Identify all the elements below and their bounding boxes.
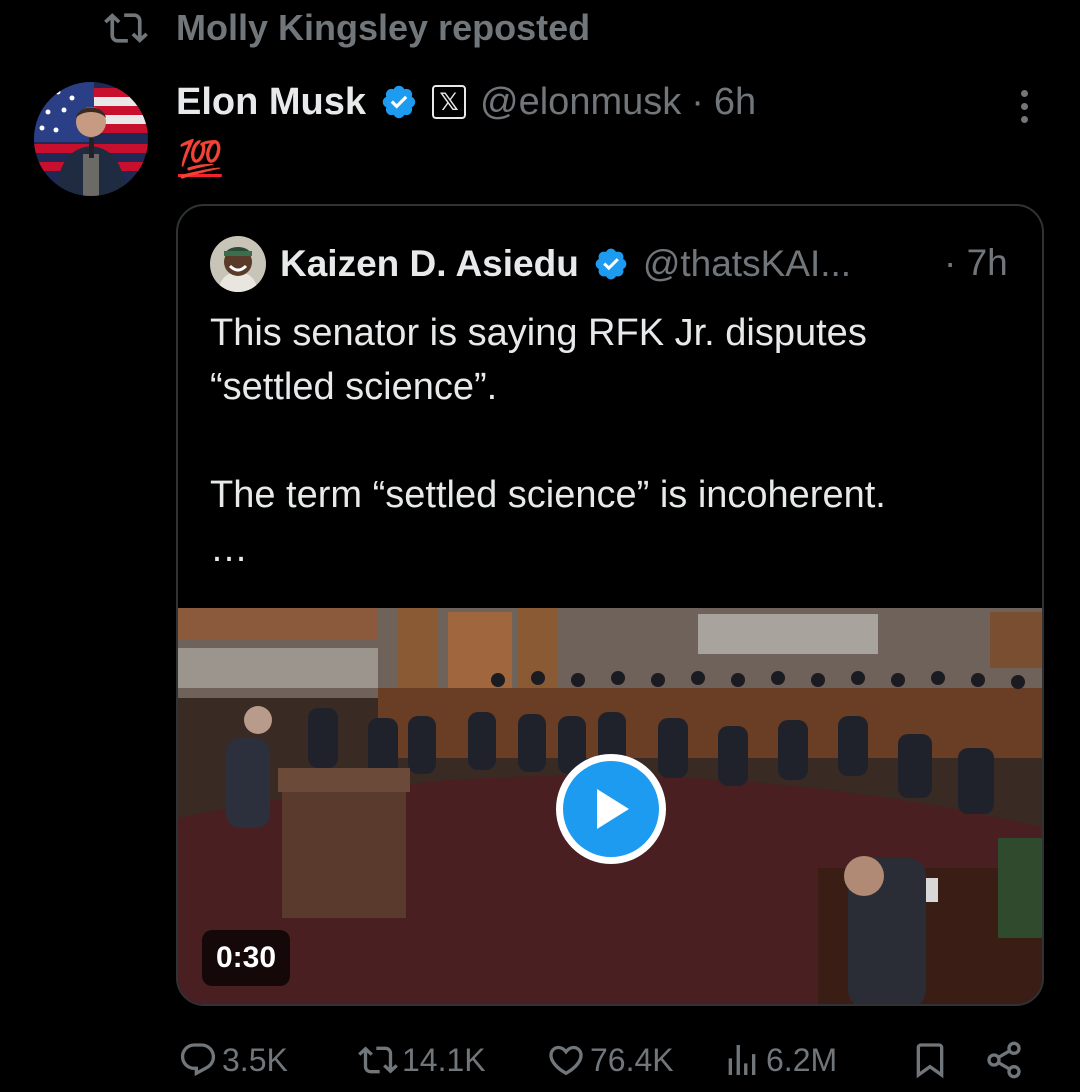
repost-button[interactable]: 14.1K — [358, 1038, 486, 1082]
share-icon — [987, 1041, 1021, 1079]
play-icon — [597, 789, 629, 829]
quote-author-name[interactable]: Kaizen D. Asiedu — [280, 243, 579, 285]
reply-count: 3.5K — [222, 1041, 288, 1078]
quote-author-handle[interactable]: @thatsKAI... — [643, 243, 851, 285]
bookmark-button[interactable] — [910, 1038, 954, 1082]
x-affiliation-badge-icon[interactable]: 𝕏 — [432, 85, 467, 119]
reply-icon — [180, 1043, 216, 1077]
author-name[interactable]: Elon Musk — [176, 81, 366, 124]
verified-badge-icon[interactable] — [380, 83, 418, 121]
share-button[interactable] — [984, 1038, 1028, 1082]
quote-author-avatar[interactable] — [210, 236, 266, 292]
reply-button[interactable]: 3.5K — [178, 1038, 288, 1082]
quote-timestamp[interactable]: · 7h — [944, 242, 1008, 284]
tweet-header: Elon Musk 𝕏 @elonmusk · 6h — [176, 76, 756, 128]
video-duration-badge: 0:30 — [202, 930, 291, 986]
quote-tweet-card[interactable]: Kaizen D. Asiedu @thatsKAI... · 7h This … — [176, 204, 1044, 1006]
tweet-timestamp[interactable]: 6h — [714, 81, 756, 124]
quote-text: This senator is saying RFK Jr. disputes … — [210, 312, 886, 570]
more-options-icon[interactable] — [1004, 86, 1044, 126]
play-button[interactable] — [556, 754, 666, 864]
heart-icon — [549, 1045, 583, 1076]
author-handle[interactable]: @elonmusk — [480, 81, 681, 124]
video-player[interactable]: 0:30 — [178, 608, 1042, 1004]
repost-label: Molly Kingsley reposted — [176, 7, 591, 48]
repost-count: 14.1K — [402, 1041, 486, 1078]
repost-indicator[interactable]: Molly Kingsley reposted — [104, 6, 590, 50]
action-bar: 3.5K 14.1K 76.4K 6.2M — [178, 1030, 1028, 1090]
tweet-text: 💯 — [178, 138, 223, 180]
views-count: 6.2M — [766, 1041, 838, 1078]
views-button[interactable]: 6.2M — [722, 1038, 837, 1082]
repost-action-icon — [358, 1046, 398, 1074]
bookmark-icon — [916, 1043, 944, 1079]
quote-verified-badge-icon[interactable] — [593, 246, 629, 282]
quote-header: Kaizen D. Asiedu @thatsKAI... — [210, 236, 851, 292]
like-count: 76.4K — [590, 1041, 674, 1078]
repost-icon — [104, 13, 148, 43]
header-separator: · — [691, 80, 704, 123]
like-button[interactable]: 76.4K — [546, 1038, 674, 1082]
author-avatar[interactable] — [34, 82, 148, 196]
views-chart-icon — [728, 1045, 756, 1075]
hundred-points-text: 💯 — [178, 139, 223, 180]
